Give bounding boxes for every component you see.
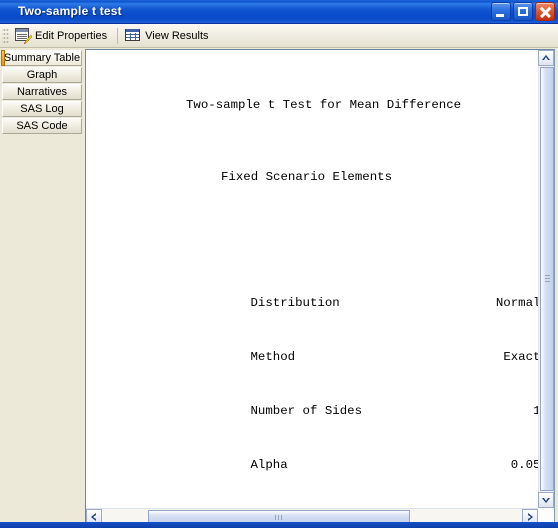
maximize-button[interactable]	[513, 2, 533, 21]
edit-properties-label: Edit Properties	[35, 29, 108, 42]
sidebar-item-label: Narratives	[16, 86, 68, 98]
maximize-icon	[518, 7, 528, 16]
vertical-scroll-thumb[interactable]	[540, 67, 554, 491]
scroll-grip-icon	[275, 515, 283, 520]
toolbar-separator	[117, 27, 119, 44]
sidebar: Summary Table Graph Narratives SAS Log S…	[0, 48, 84, 528]
row-label: Distribution	[250, 296, 340, 310]
chevron-left-icon	[91, 513, 96, 521]
window-bottom-edge	[0, 522, 558, 528]
row-value: 1	[451, 402, 538, 420]
row-value: 0.05	[510, 458, 538, 472]
minimize-button[interactable]	[491, 2, 511, 21]
view-results-icon	[125, 28, 141, 43]
sidebar-item-summary-table[interactable]: Summary Table	[1, 50, 82, 66]
row-value: Exact	[503, 350, 538, 364]
window-title: Two-sample t test	[18, 4, 122, 18]
row-label: Alpha	[250, 458, 288, 472]
chevron-up-icon	[542, 55, 550, 60]
row-value: Normal	[495, 296, 538, 310]
report-row-group-1-mean: Group 1 Mean132	[86, 492, 538, 508]
report-row-distribution: Distribution Normal	[86, 276, 539, 310]
application-window: Two-sample t test Edit Properties View R…	[0, 0, 558, 528]
sidebar-item-graph[interactable]: Graph	[2, 67, 82, 83]
view-results-label: View Results	[145, 29, 209, 42]
report-output: Two-sample t Test for Mean Difference Fi…	[86, 50, 538, 508]
sidebar-item-label: SAS Code	[16, 120, 68, 132]
scroll-up-button[interactable]	[538, 50, 554, 66]
minimize-icon	[496, 14, 504, 17]
report-title: Two-sample t Test for Mean Difference	[186, 98, 462, 112]
report-row-method: Method Exact	[86, 330, 539, 364]
sidebar-item-sas-code[interactable]: SAS Code	[2, 118, 82, 134]
toolbar-grip[interactable]	[2, 26, 9, 45]
scroll-down-button[interactable]	[538, 492, 554, 508]
row-label: Number of Sides	[250, 404, 363, 418]
window-controls	[491, 2, 555, 21]
report-row-number-of-sides: Number of Sides 1	[86, 384, 539, 418]
close-button[interactable]	[535, 2, 555, 21]
view-results-button[interactable]: View Results	[122, 26, 214, 46]
chevron-down-icon	[542, 498, 550, 503]
sidebar-item-label: SAS Log	[20, 103, 64, 115]
scroll-grip-icon	[545, 275, 550, 283]
vertical-scrollbar[interactable]	[538, 50, 554, 508]
edit-properties-icon	[15, 28, 32, 44]
chevron-right-icon	[528, 513, 533, 521]
sidebar-item-sas-log[interactable]: SAS Log	[2, 101, 82, 117]
sidebar-item-label: Graph	[26, 69, 58, 81]
sidebar-item-label: Summary Table	[3, 52, 81, 64]
sidebar-item-narratives[interactable]: Narratives	[2, 84, 82, 100]
title-bar: Two-sample t test	[0, 0, 558, 24]
results-panel: Two-sample t Test for Mean Difference Fi…	[85, 49, 555, 525]
report-row-alpha: Alpha 0.05	[86, 438, 539, 472]
report-section-fixed-scenario: Fixed Scenario Elements	[221, 170, 393, 184]
edit-properties-button[interactable]: Edit Properties	[12, 26, 113, 46]
row-label: Method	[250, 350, 296, 364]
toolbar: Edit Properties View Results	[0, 24, 558, 48]
